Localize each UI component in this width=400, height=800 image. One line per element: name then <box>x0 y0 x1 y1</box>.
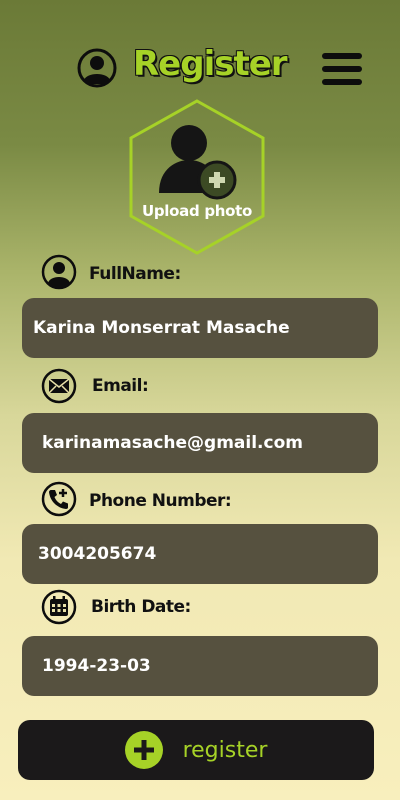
register-button[interactable]: register <box>18 720 374 780</box>
envelope-icon <box>41 368 77 404</box>
hexagon-frame <box>129 99 265 255</box>
plus-circle-icon <box>124 731 163 769</box>
page-title: Register <box>133 44 288 84</box>
phone-field[interactable]: 3004205674 <box>22 524 378 584</box>
phone-label: Phone Number: <box>89 491 232 511</box>
phone-value: 3004205674 <box>38 544 157 564</box>
user-icon <box>41 254 77 290</box>
birthdate-field[interactable]: 1994-23-03 <box>22 636 378 696</box>
hamburger-menu-icon[interactable] <box>322 53 362 89</box>
birthdate-value: 1994-23-03 <box>42 656 151 676</box>
fullname-value: Karina Monserrat Masache <box>33 318 290 338</box>
upload-photo-label: Upload photo <box>141 202 253 220</box>
email-value: karinamasache@gmail.com <box>42 433 303 453</box>
add-user-icon <box>159 125 237 200</box>
fullname-label: FullName: <box>89 264 181 284</box>
user-avatar-icon <box>77 48 117 88</box>
email-label: Email: <box>92 376 149 396</box>
calendar-icon <box>41 589 77 625</box>
email-field[interactable]: karinamasache@gmail.com <box>22 413 378 473</box>
fullname-field[interactable]: Karina Monserrat Masache <box>22 298 378 358</box>
register-button-label: register <box>182 737 268 763</box>
upload-photo-button[interactable]: Upload photo <box>127 98 267 256</box>
birthdate-label: Birth Date: <box>91 597 191 617</box>
phone-add-icon <box>41 481 77 517</box>
